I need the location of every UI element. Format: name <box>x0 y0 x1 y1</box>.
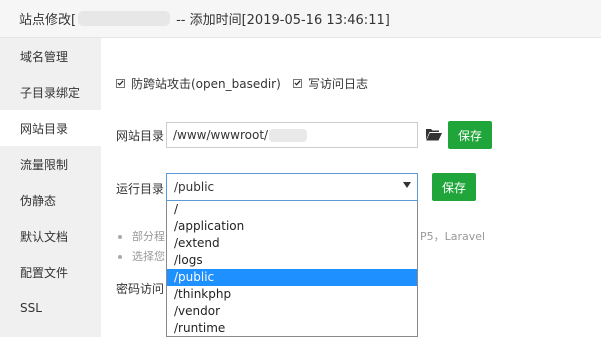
redacted-dir-name <box>269 128 308 142</box>
sidebar-item-label: 默认文档 <box>20 229 69 244</box>
title-prefix: 站点修改[ <box>19 13 77 28</box>
site-dir-save-label: 保存 <box>457 128 482 143</box>
folder-icon[interactable] <box>426 128 442 141</box>
window-titlebar: 站点修改[ -- 添加时间[2019-05-16 13:46:11] <box>0 0 601 38</box>
tip-1-start: 部分程 <box>132 230 165 243</box>
sidebar-item-default-doc[interactable]: 默认文档 <box>0 218 101 254</box>
dropdown-option[interactable]: /vendor <box>167 303 417 320</box>
password-access-row: 密码访问 <box>116 279 164 297</box>
access-log-label: 写访问日志 <box>308 76 369 91</box>
run-dir-selected-value: /public <box>174 180 215 194</box>
sidebar-item-ssl[interactable]: SSL <box>0 290 101 326</box>
site-dir-save-button[interactable]: 保存 <box>448 121 492 149</box>
site-dir-input[interactable]: /www/wwwroot/ <box>166 122 418 148</box>
site-dir-label: 网站目录 <box>116 128 165 143</box>
tip-2-start: 选择您 <box>132 250 165 263</box>
password-access-label: 密码访问 <box>116 281 165 296</box>
site-dir-value: /www/wwwroot/ <box>173 128 269 142</box>
sidebar: 域名管理 子目录绑定 网站目录 流量限制 伪静态 默认文档 配置文件 SSL <box>0 38 101 337</box>
tip-line-1: 部分程 <box>118 228 165 244</box>
sidebar-item-label: 子目录绑定 <box>20 85 81 100</box>
redacted-site-name <box>78 11 171 26</box>
sidebar-item-label: 域名管理 <box>20 49 69 64</box>
access-log-checkbox[interactable] <box>293 78 302 88</box>
check-icon <box>294 80 301 86</box>
anti-xss-checkbox[interactable] <box>116 78 125 88</box>
run-dir-save-button[interactable]: 保存 <box>432 173 476 201</box>
sidebar-item-label: 流量限制 <box>20 157 69 172</box>
option-access-log[interactable]: 写访问日志 <box>293 74 368 92</box>
sidebar-item-rewrite[interactable]: 伪静态 <box>0 182 101 218</box>
sidebar-item-traffic-limit[interactable]: 流量限制 <box>0 146 101 182</box>
run-dir-select[interactable]: /public <box>166 173 418 201</box>
bullet-dot <box>118 255 122 259</box>
sidebar-item-label: 配置文件 <box>20 265 69 280</box>
dropdown-option[interactable]: /logs <box>167 252 417 269</box>
sidebar-item-config-file[interactable]: 配置文件 <box>0 254 101 290</box>
check-icon <box>117 80 124 86</box>
sidebar-item-subdir-binding[interactable]: 子目录绑定 <box>0 74 101 110</box>
dropdown-option[interactable]: /thinkphp <box>167 286 417 303</box>
chevron-down-icon <box>403 182 411 188</box>
run-dir-save-label: 保存 <box>441 180 466 195</box>
run-dir-label: 运行目录 <box>116 181 165 196</box>
option-anti-xss[interactable]: 防跨站攻击(open_basedir) <box>116 74 281 92</box>
dropdown-option[interactable]: /runtime <box>167 320 417 336</box>
sidebar-item-site-dir[interactable]: 网站目录 <box>0 110 101 146</box>
anti-xss-label: 防跨站攻击(open_basedir) <box>131 76 281 91</box>
tip-line-1-end: P5，Laravel <box>420 228 485 244</box>
site-dir-label-row: 网站目录 <box>116 126 164 144</box>
dropdown-option[interactable]: / <box>167 201 417 218</box>
dropdown-option-selected[interactable]: /public <box>167 269 417 286</box>
sidebar-item-label: 伪静态 <box>20 193 57 208</box>
sidebar-item-domain[interactable]: 域名管理 <box>0 38 101 74</box>
bullet-dot <box>118 235 122 239</box>
run-dir-dropdown-list[interactable]: / /application /extend /logs /public /th… <box>166 201 418 337</box>
title-suffix: -- 添加时间[2019-05-16 13:46:11] <box>176 13 390 28</box>
dropdown-option[interactable]: /extend <box>167 235 417 252</box>
dropdown-option[interactable]: /application <box>167 218 417 235</box>
sidebar-item-label: SSL <box>20 301 42 315</box>
tip-1-end: P5，Laravel <box>420 230 486 243</box>
run-dir-label-row: 运行目录 <box>116 179 164 197</box>
tip-line-2: 选择您 <box>118 248 165 264</box>
sidebar-item-label: 网站目录 <box>20 121 69 136</box>
